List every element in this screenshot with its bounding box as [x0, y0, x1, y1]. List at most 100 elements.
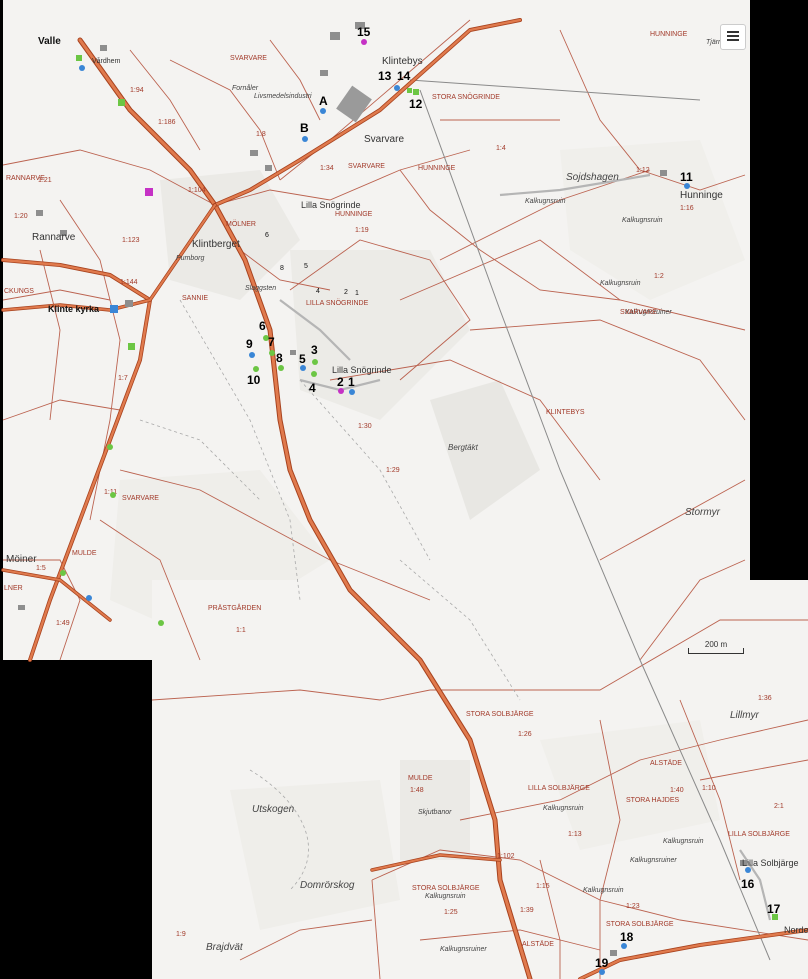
parcel-label: 1:29: [386, 467, 400, 474]
parcel-label: 1:49: [56, 620, 70, 627]
parcel-label: 1:36: [758, 695, 772, 702]
marker-dot[interactable]: [745, 867, 751, 873]
house-number: 5: [304, 263, 308, 270]
marker-label: 8: [276, 351, 283, 365]
marker-dot[interactable]: [312, 359, 318, 365]
parcel-label: LILLA SOLBJÄRGE: [728, 830, 790, 838]
house-number: 4: [316, 288, 320, 295]
label-kalkugnsruin: Kalkugnsruin: [425, 893, 466, 900]
marker-label: 10: [247, 373, 261, 387]
marker-label: 2: [337, 375, 344, 389]
marker-square[interactable]: [413, 89, 419, 95]
parcel-label: 1:19: [355, 227, 369, 234]
marker-label: 5: [299, 352, 306, 366]
marker-label: 14: [397, 69, 411, 83]
label-formaler: Fornåler: [232, 84, 259, 92]
parcel-label: 1:23: [626, 903, 640, 910]
marker-label: A: [319, 94, 328, 108]
place-svarvare: Svarvare: [364, 134, 404, 145]
parcel-label: STORA SOLBJÄRGE: [606, 920, 674, 928]
parcel-label: 1:9: [176, 931, 186, 938]
black-notch-left: [0, 660, 152, 979]
place-valle: Valle: [38, 36, 61, 47]
marker-square[interactable]: [118, 99, 125, 106]
label-kalkugnsruin: Kalkugnsruin: [543, 805, 584, 812]
place-lilla-snogrinde: Lilla Snögrinde: [301, 200, 361, 210]
parcel-label: CKUNGS: [4, 288, 34, 295]
label-kalkugnsruin: Kalkugnsruin: [525, 198, 566, 205]
parcel-label: STORA SOLBJÄRGE: [412, 884, 480, 892]
marker-dot[interactable]: [107, 444, 113, 450]
marker-dot[interactable]: [302, 136, 308, 142]
parcel-label: HUNNINGE: [335, 211, 373, 218]
parcel-label: 1:102: [497, 853, 515, 860]
marker-label: 1: [348, 375, 355, 389]
marker-dot[interactable]: [249, 352, 255, 358]
marker-dot[interactable]: [86, 595, 92, 601]
marker-dot[interactable]: [278, 365, 284, 371]
marker-dot[interactable]: [320, 108, 326, 114]
parcel-label: 1:26: [518, 731, 532, 738]
scale-bar-line: [688, 648, 744, 654]
label-domrorskog: Domrörskog: [300, 880, 355, 891]
parcel-label: 1:21: [38, 177, 52, 184]
marker-dot[interactable]: [158, 620, 164, 626]
marker-dot[interactable]: [253, 366, 259, 372]
label-kalkugnsruiner: Kalkugnsruiner: [440, 946, 487, 953]
marker-label: 11: [680, 170, 693, 184]
marker-dot[interactable]: [60, 570, 66, 576]
label-kalkugnsruin: Kalkugnsruin: [663, 838, 704, 845]
place-norde: Norde: [784, 925, 808, 935]
marker-square[interactable]: [145, 188, 153, 196]
parcel-label: LILLA SOLBJÄRGE: [528, 784, 590, 792]
label-slaggsten: Slaggsten: [245, 285, 276, 292]
parcel-label: STORA SOLBJÄRGE: [466, 710, 534, 718]
label-brajdvat: Brajdvät: [206, 942, 244, 953]
label-livsmedel: Livsmedelsindustri: [254, 93, 312, 100]
label-sojdshagen: Sojdshagen: [566, 172, 619, 183]
parcel-label: 1:39: [520, 907, 534, 914]
label-utskogen: Utskogen: [252, 804, 295, 815]
marker-square[interactable]: [128, 343, 135, 350]
marker-dot[interactable]: [79, 65, 85, 71]
parcel-label: 1:7: [118, 375, 128, 382]
marker-dot[interactable]: [361, 39, 367, 45]
parcel-label: 1:13: [568, 831, 582, 838]
scale-bar: 200 m: [688, 640, 744, 654]
marker-label: 18: [620, 930, 634, 944]
parcel-label: 1:12: [636, 167, 650, 174]
marker-square[interactable]: [110, 305, 118, 313]
label-bergtakt: Bergtäkt: [448, 443, 479, 452]
parcel-label: 1:25: [444, 909, 458, 916]
marker-dot[interactable]: [110, 492, 116, 498]
place-lilla-solbjarge: Lilla Solbjärge: [742, 858, 799, 868]
parcel-label: MULDE: [408, 775, 433, 782]
marker-dot[interactable]: [349, 389, 355, 395]
marker-label: 15: [357, 25, 371, 39]
marker-dot[interactable]: [269, 350, 275, 356]
parcel-label: 1:4: [496, 145, 506, 152]
parcel-label: 1:34: [320, 165, 334, 172]
house-number: 8: [280, 265, 284, 272]
hamburger-menu-icon: [727, 28, 739, 46]
label-kalkugnsruiner: Kalkugnsruiner: [630, 857, 677, 864]
marker-square[interactable]: [76, 55, 82, 61]
marker-label: 16: [741, 877, 755, 891]
marker-square[interactable]: [407, 88, 412, 93]
parcel-label: LNER: [4, 585, 23, 592]
marker-dot[interactable]: [394, 85, 400, 91]
parcel-label: 1:104: [188, 187, 206, 194]
parcel-label: 1:40: [670, 787, 684, 794]
parcel-label: SVARVARE: [230, 55, 267, 62]
label-stormyr: Stormyr: [685, 507, 721, 518]
parcel-label: MULDE: [72, 550, 97, 557]
map-menu-button[interactable]: [720, 24, 746, 50]
place-klintebys: Klintebys: [382, 56, 423, 67]
marker-dot[interactable]: [311, 371, 317, 377]
parcel-label: MÖLNER: [226, 220, 256, 228]
parcel-label: ALSTÄDE: [650, 759, 682, 767]
marker-label: 17: [767, 902, 781, 916]
black-notch-right: [750, 0, 808, 580]
label-kalkugnsruin: Kalkugnsruin: [600, 280, 641, 287]
map-canvas[interactable]: Sojdshagen Kalkugnsruin Kalkugnsruin Kal…: [0, 0, 808, 979]
